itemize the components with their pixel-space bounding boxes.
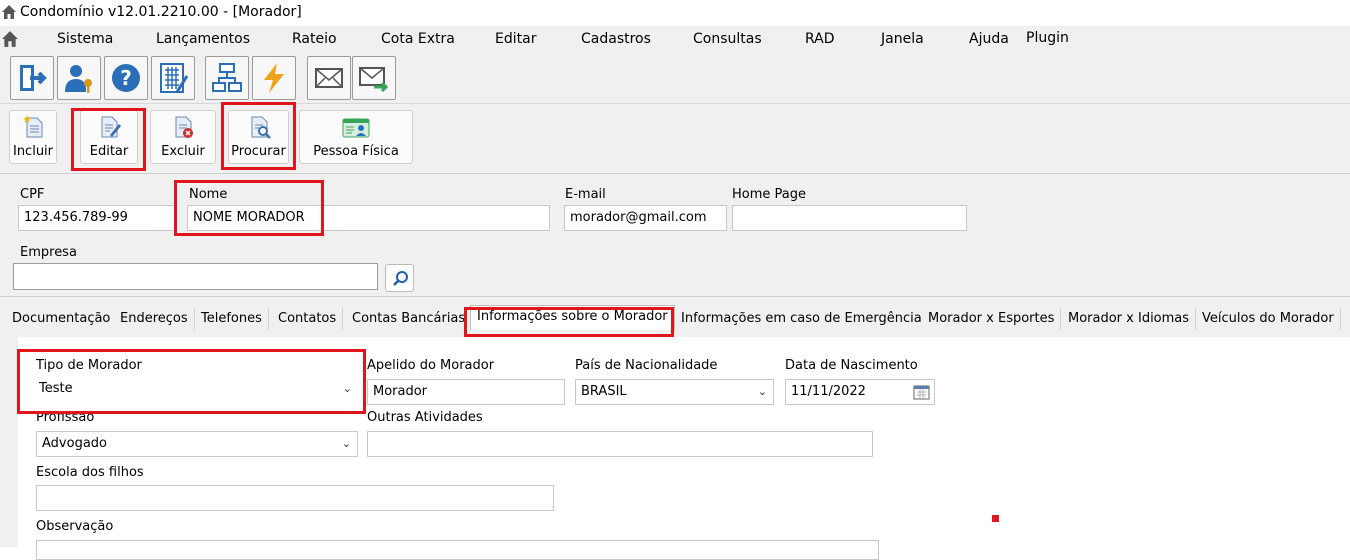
cpf-label: CPF [20,187,45,202]
mail-button[interactable] [307,56,351,100]
menu-cota-extra[interactable]: Cota Extra [381,31,455,47]
lightning-button[interactable] [252,56,296,100]
red-marker [992,515,999,522]
highlight-editar [71,108,146,171]
tab-informacoes-emergencia[interactable]: Informações em caso de Emergência [675,308,929,330]
org-chart-icon [212,63,242,92]
calculator-button[interactable] [151,56,195,100]
menu-rateio[interactable]: Rateio [292,31,337,47]
pais-value: BRASIL [581,384,627,399]
tab-enderecos[interactable]: Endereços [114,308,195,330]
menu-bar: Sistema Lançamentos Rateio Cota Extra Ed… [0,26,1350,52]
observacao-field[interactable] [36,540,879,560]
escola-filhos-label: Escola dos filhos [36,465,144,480]
main-toolbar: ? [0,52,1350,104]
help-button[interactable]: ? [104,56,148,100]
cpf-field[interactable]: 123.456.789-99 [18,205,176,231]
tab-morador-esportes[interactable]: Morador x Esportes [922,308,1062,330]
excluir-button[interactable]: Excluir [150,110,216,164]
menu-lancamentos[interactable]: Lançamentos [156,31,250,47]
apelido-field[interactable]: Morador [367,379,565,405]
incluir-label: Incluir [12,144,54,159]
nascimento-field[interactable]: 11/11/2022 [785,379,935,405]
tab-contas-bancarias[interactable]: Contas Bancárias [346,308,473,330]
email-label: E-mail [565,187,606,202]
tab-veiculos-morador[interactable]: Veículos do Morador [1196,308,1341,330]
lightning-icon [264,63,284,93]
svg-text:?: ? [120,66,132,90]
menu-plugin[interactable]: Plugin [1026,30,1069,46]
home-icon [2,5,16,19]
outras-atividades-label: Outras Atividades [367,410,483,425]
highlight-nome [174,180,324,236]
observacao-label: Observação [36,519,114,534]
action-toolbar: Incluir Editar Excluir Procurar Pessoa F… [0,104,1350,174]
empresa-search-button[interactable] [385,264,414,292]
escola-filhos-field[interactable] [36,485,554,511]
user-key-button[interactable] [57,56,101,100]
excluir-label: Excluir [161,144,205,159]
nascimento-value: 11/11/2022 [791,384,866,399]
home-icon[interactable] [1,30,19,48]
outras-atividades-field[interactable] [367,431,873,457]
tab-bar: Documentação Endereços Telefones Contato… [0,294,1350,334]
homepage-field[interactable] [732,205,967,231]
tab-telefones[interactable]: Telefones [195,308,269,330]
incluir-button[interactable]: Incluir [9,110,57,164]
nascimento-label: Data de Nascimento [785,358,918,373]
calendar-icon[interactable] [913,384,930,400]
id-card-icon [342,118,370,138]
mail-send-icon [359,67,389,93]
apelido-label: Apelido do Morador [367,358,495,373]
menu-editar[interactable]: Editar [495,31,536,47]
homepage-label: Home Page [732,187,806,202]
help-icon: ? [112,64,140,92]
search-icon [393,271,408,286]
org-chart-button[interactable] [205,56,249,100]
chevron-down-icon: ⌄ [341,437,351,450]
pais-label: País de Nacionalidade [575,358,718,373]
mail-icon [315,68,343,88]
empresa-field[interactable] [13,263,378,290]
email-field[interactable]: morador@gmail.com [564,205,727,231]
profissao-value: Advogado [42,436,107,451]
pessoa-fisica-button[interactable]: Pessoa Física [299,110,413,164]
exit-icon [20,65,47,91]
user-key-icon [65,65,92,93]
menu-ajuda[interactable]: Ajuda [969,31,1009,47]
calculator-icon [160,63,189,93]
pessoa-fisica-label: Pessoa Física [313,144,399,159]
menu-consultas[interactable]: Consultas [693,31,762,47]
tab-morador-idiomas[interactable]: Morador x Idiomas [1062,308,1197,330]
highlight-tab [464,307,674,337]
highlight-procurar [221,102,296,170]
pais-select[interactable]: BRASIL ⌄ [575,379,774,405]
mail-send-button[interactable] [352,56,396,100]
delete-document-icon [175,116,193,138]
window-title: Condomínio v12.01.2210.00 - [Morador] [20,4,302,20]
exit-button[interactable] [10,56,54,100]
chevron-down-icon: ⌄ [757,385,767,398]
menu-rad[interactable]: RAD [805,31,835,47]
empresa-label: Empresa [20,245,77,260]
tab-documentacao[interactable]: Documentação [6,308,118,330]
menu-cadastros[interactable]: Cadastros [581,31,651,47]
tab-contatos[interactable]: Contatos [272,308,344,330]
highlight-tipo-morador [17,349,366,414]
menu-sistema[interactable]: Sistema [57,31,113,47]
profissao-select[interactable]: Advogado ⌄ [36,431,358,457]
title-bar: Condomínio v12.01.2210.00 - [Morador] [0,0,1350,26]
menu-janela[interactable]: Janela [881,31,924,47]
new-document-icon [23,115,43,138]
